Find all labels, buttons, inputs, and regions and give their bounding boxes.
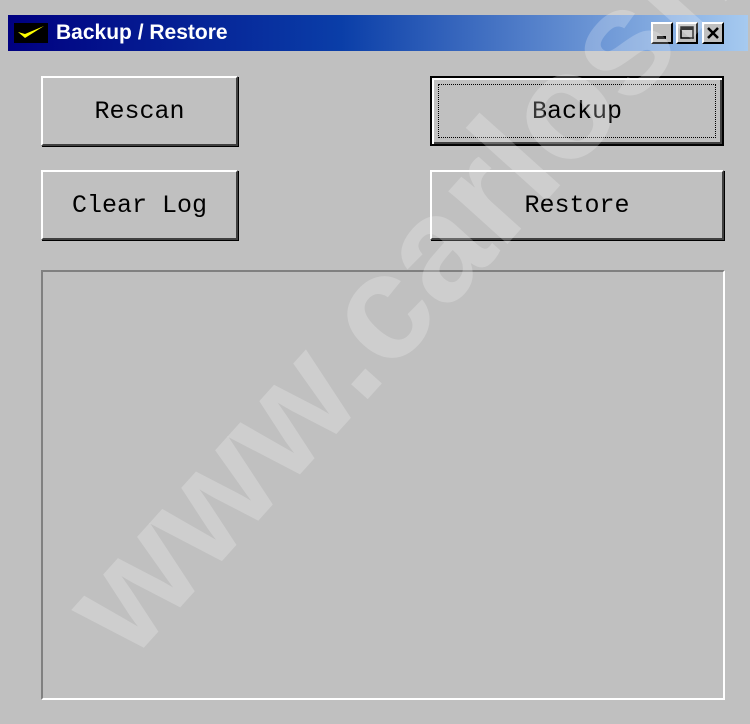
close-button[interactable]: [702, 22, 724, 44]
checkmark-icon: [14, 23, 48, 43]
maximize-button[interactable]: [676, 22, 698, 44]
rescan-button[interactable]: Rescan: [41, 76, 238, 146]
backup-restore-window: Backup / Restore Rescan Backup Clear Log…: [0, 0, 750, 724]
backup-button[interactable]: Backup: [430, 76, 724, 146]
backup-button-label: Backup: [531, 96, 622, 126]
title-bar[interactable]: Backup / Restore: [8, 15, 748, 51]
close-icon: [707, 27, 719, 39]
minimize-button[interactable]: [651, 22, 673, 44]
clear-log-button[interactable]: Clear Log: [41, 170, 238, 240]
restore-button[interactable]: Restore: [430, 170, 724, 240]
maximize-icon: [680, 26, 694, 39]
minimize-icon: [657, 36, 666, 39]
log-area[interactable]: [41, 270, 725, 700]
window-title: Backup / Restore: [56, 21, 228, 44]
